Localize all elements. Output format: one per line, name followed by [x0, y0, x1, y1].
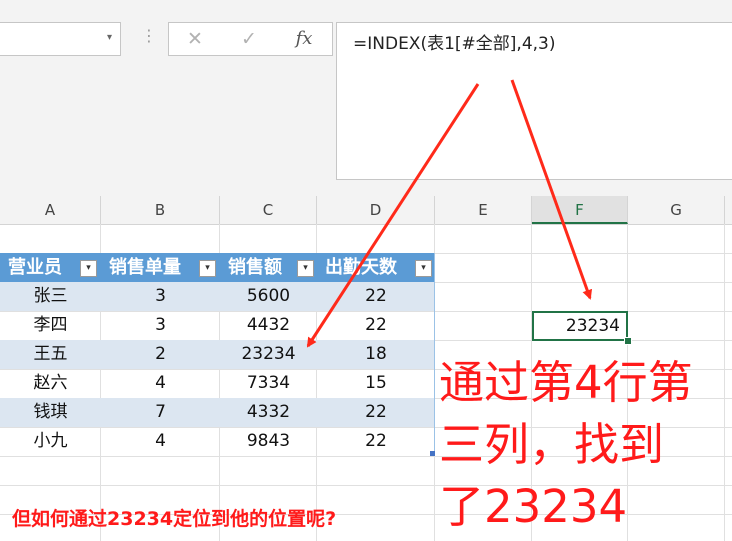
- annotation-line: 三列，找到: [439, 418, 665, 471]
- annotation-line: 了23234: [439, 480, 628, 533]
- arrow-to-table-cell: [306, 83, 480, 348]
- annotation-bottom: 但如何通过23234定位到他的位置呢?: [12, 508, 337, 530]
- annotation-line: 通过第4行第: [439, 356, 693, 409]
- annotation-main: 通过第4行第 三列，找到 了23234: [439, 352, 729, 538]
- arrow-to-result-cell: [510, 79, 593, 300]
